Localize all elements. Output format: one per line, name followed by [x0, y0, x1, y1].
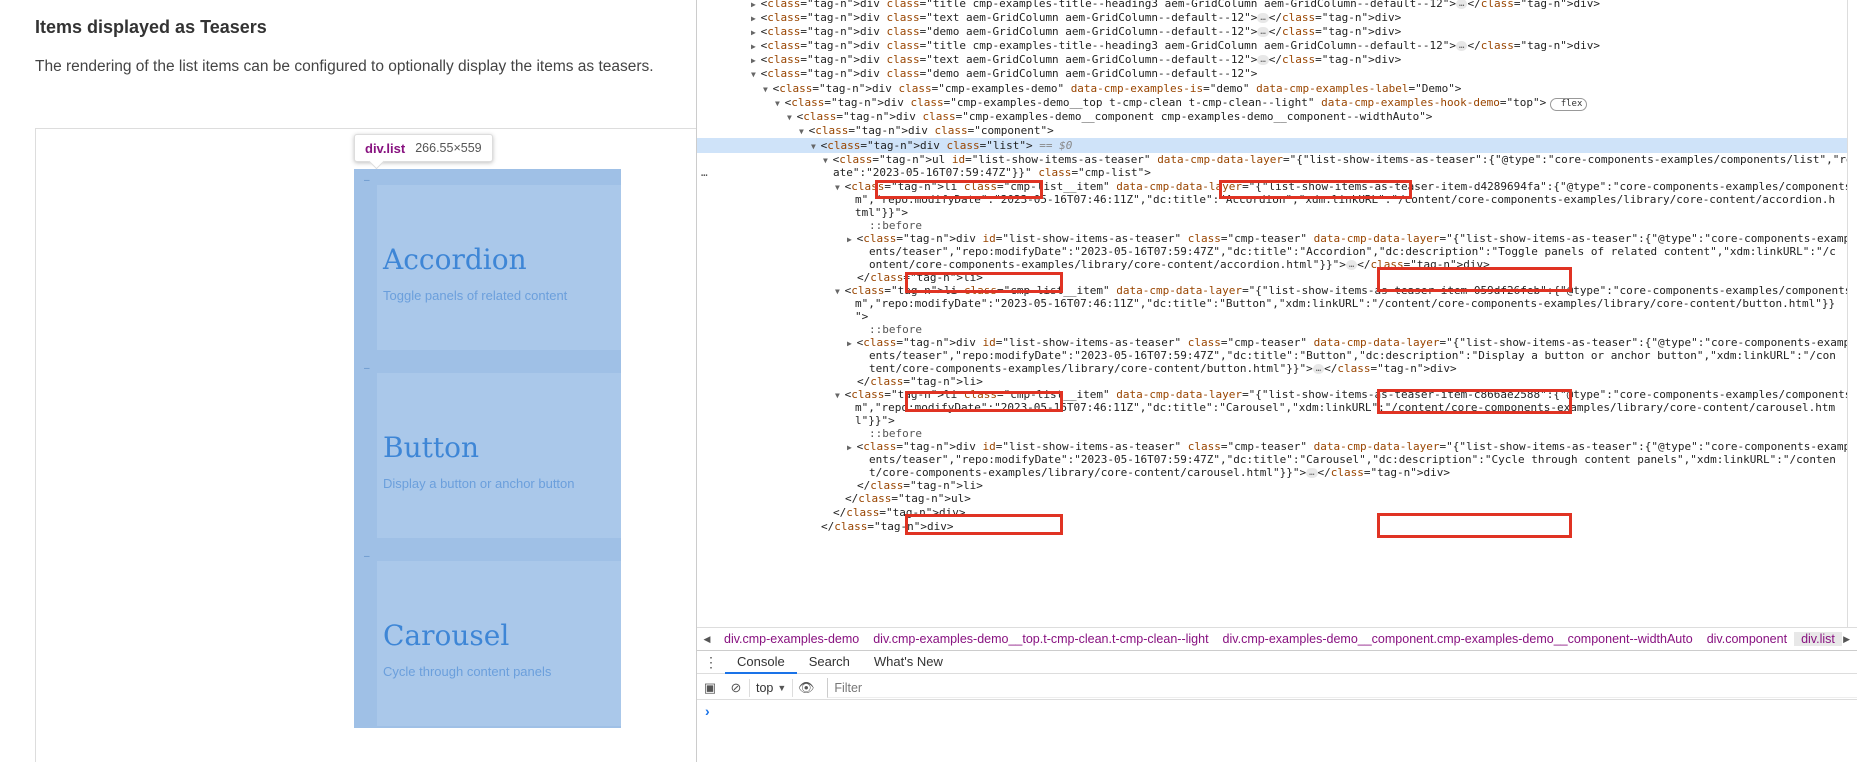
expand-right-icon[interactable]: ▶: [847, 235, 857, 244]
dom-node-line[interactable]: </class="tag-n">ul>: [697, 491, 1847, 506]
expand-right-icon[interactable]: ▶: [751, 14, 761, 23]
dom-node-line[interactable]: ▼ <class="tag-n">div class="cmp-examples…: [697, 109, 1847, 124]
inspect-tooltip: div.list 266.55×559: [354, 134, 493, 162]
sidebar-toggle-icon[interactable]: ▣: [697, 680, 723, 696]
dom-node-text: <class="tag-n">div class="cmp-examples-d…: [796, 110, 1433, 123]
list-highlight: – Accordion Toggle panels of related con…: [354, 169, 621, 728]
devtools-panel: … ▶ <class="tag-n">div class="title cmp-…: [696, 0, 1857, 762]
breadcrumb-left-icon[interactable]: ◀: [697, 634, 717, 645]
chevron-down-icon: ▼: [777, 682, 787, 693]
expand-down-icon[interactable]: ▼: [811, 142, 821, 151]
dom-node-line[interactable]: </class="tag-n">div>: [697, 519, 1847, 534]
dom-node-text: ate":"2023-05-16T07:59:47Z"}}" class="cm…: [833, 166, 1151, 179]
dom-node-line[interactable]: ▼ <class="tag-n">div class="demo aem-Gri…: [697, 66, 1847, 81]
dom-node-text: <class="tag-n">div class="demo aem-GridC…: [760, 67, 1258, 80]
dom-node-line[interactable]: ▼ <class="tag-n">div class="list"> == $0: [697, 138, 1847, 153]
dom-node-text: </class="tag-n">ul>: [845, 492, 971, 505]
dom-node-text: <class="tag-n">div class="title cmp-exam…: [760, 0, 1600, 10]
dom-node-line[interactable]: ▶ <class="tag-n">div class="text aem-Gri…: [697, 52, 1847, 67]
tooltip-dimensions: 266.55×559: [415, 141, 482, 155]
expand-right-icon[interactable]: ▶: [847, 443, 857, 452]
dom-node-line[interactable]: ▶ <class="tag-n">div class="demo aem-Gri…: [697, 24, 1847, 39]
elements-tree[interactable]: … ▶ <class="tag-n">div class="title cmp-…: [697, 0, 1847, 630]
teaser-button[interactable]: Button Display a button or anchor button: [377, 373, 621, 538]
context-label: top: [756, 680, 774, 695]
dom-node-text: <class="tag-n">div class="demo aem-GridC…: [760, 25, 1402, 38]
teaser-description: Display a button or anchor button: [383, 476, 575, 491]
highlight-box: [1377, 389, 1572, 414]
teaser-description: Cycle through content panels: [383, 664, 552, 679]
list-bullet: –: [364, 363, 370, 374]
filter-input[interactable]: Filter: [827, 677, 1857, 698]
highlight-box: [875, 180, 1043, 199]
expand-down-icon[interactable]: ▼: [763, 85, 773, 94]
section-description: The rendering of the list items can be c…: [35, 58, 654, 75]
console-toolbar: ▣ ⊘ top ▼ 👁 Filter: [697, 676, 1857, 700]
eye-icon[interactable]: 👁: [793, 680, 819, 696]
page-content: Items displayed as Teasers The rendering…: [0, 0, 735, 762]
breadcrumb-right-icon[interactable]: ▶: [1843, 634, 1850, 645]
teaser-title[interactable]: Button: [383, 431, 479, 464]
highlight-box: [1219, 180, 1412, 199]
section-heading: Items displayed as Teasers: [35, 17, 267, 37]
dom-node-text: <class="tag-n">div class="cmp-examples-d…: [784, 96, 1547, 109]
teaser-carousel[interactable]: Carousel Cycle through content panels: [377, 561, 621, 726]
tab-console[interactable]: Console: [725, 650, 797, 674]
scrollbar[interactable]: [1847, 0, 1857, 630]
dom-node-line[interactable]: ate":"2023-05-16T07:59:47Z"}}" class="cm…: [697, 165, 1847, 180]
drawer-tabs: ⋮ Console Search What's New: [697, 650, 1857, 674]
teaser-description: Toggle panels of related content: [383, 288, 568, 303]
dom-node-text: <class="tag-n">div class="component">: [808, 124, 1054, 137]
dom-node-line[interactable]: ▶ <class="tag-n">div class="text aem-Gri…: [697, 10, 1847, 25]
expand-down-icon[interactable]: ▼: [787, 113, 797, 122]
expand-right-icon[interactable]: ▶: [751, 42, 761, 51]
dom-node-text: <class="tag-n">div class="list"> == $0: [820, 139, 1073, 152]
breadcrumb-item[interactable]: div.cmp-examples-demo: [717, 632, 866, 646]
expand-right-icon[interactable]: ▶: [751, 0, 761, 9]
breadcrumb-item[interactable]: div.cmp-examples-demo__component.cmp-exa…: [1216, 632, 1700, 646]
dom-breadcrumb: ◀ div.cmp-examples-demo div.cmp-examples…: [697, 627, 1857, 650]
expand-right-icon[interactable]: ▶: [847, 339, 857, 348]
expand-down-icon[interactable]: ▼: [835, 183, 845, 192]
dom-node-text: <class="tag-n">div class="title cmp-exam…: [760, 39, 1600, 52]
dom-node-text: <class="tag-n">div class="text aem-GridC…: [760, 53, 1402, 66]
tooltip-tag: div.list: [365, 140, 406, 156]
teaser-accordion[interactable]: Accordion Toggle panels of related conte…: [377, 185, 621, 350]
expand-down-icon[interactable]: ▼: [823, 156, 833, 165]
console-prompt[interactable]: ›: [705, 703, 710, 719]
highlight-box: [1377, 513, 1572, 538]
context-selector[interactable]: top ▼: [749, 678, 794, 697]
tab-whats-new[interactable]: What's New: [862, 650, 955, 674]
dom-node-line[interactable]: </class="tag-n">div>: [697, 505, 1847, 520]
expand-right-icon[interactable]: ▶: [751, 56, 761, 65]
breadcrumb-item[interactable]: div.component: [1700, 632, 1794, 646]
expand-down-icon[interactable]: ▼: [835, 287, 845, 296]
dom-node-line[interactable]: ▼ <class="tag-n">div class="component">: [697, 123, 1847, 138]
highlight-box: [905, 391, 1063, 412]
expand-down-icon[interactable]: ▼: [799, 127, 809, 136]
expand-down-icon[interactable]: ▼: [775, 99, 785, 108]
highlight-box: [905, 514, 1063, 535]
expand-down-icon[interactable]: ▼: [835, 391, 845, 400]
dom-node-text: <class="tag-n">div class="text aem-GridC…: [760, 11, 1402, 24]
dom-node-text: <class="tag-n">div class="cmp-examples-d…: [772, 82, 1462, 95]
teaser-title[interactable]: Carousel: [383, 619, 509, 652]
clear-console-icon[interactable]: ⊘: [723, 680, 749, 696]
tab-search[interactable]: Search: [797, 650, 862, 674]
expand-down-icon[interactable]: ▼: [751, 70, 761, 79]
list-bullet: –: [364, 175, 370, 186]
highlight-box: [905, 272, 1063, 293]
teaser-title[interactable]: Accordion: [383, 243, 527, 276]
breadcrumb-item-active[interactable]: div.list: [1794, 632, 1842, 646]
breadcrumb-item[interactable]: div.cmp-examples-demo__top.t-cmp-clean.t…: [866, 632, 1215, 646]
highlight-box: [1377, 267, 1572, 292]
expand-right-icon[interactable]: ▶: [751, 28, 761, 37]
dom-node-line[interactable]: ▶ <class="tag-n">div class="title cmp-ex…: [697, 38, 1847, 53]
list-bullet: –: [364, 551, 370, 562]
dom-node-line[interactable]: ▼ <class="tag-n">div class="cmp-examples…: [697, 81, 1847, 96]
more-icon[interactable]: ⋮: [697, 654, 725, 671]
dom-node-line[interactable]: ▼ <class="tag-n">div class="cmp-examples…: [697, 95, 1847, 111]
